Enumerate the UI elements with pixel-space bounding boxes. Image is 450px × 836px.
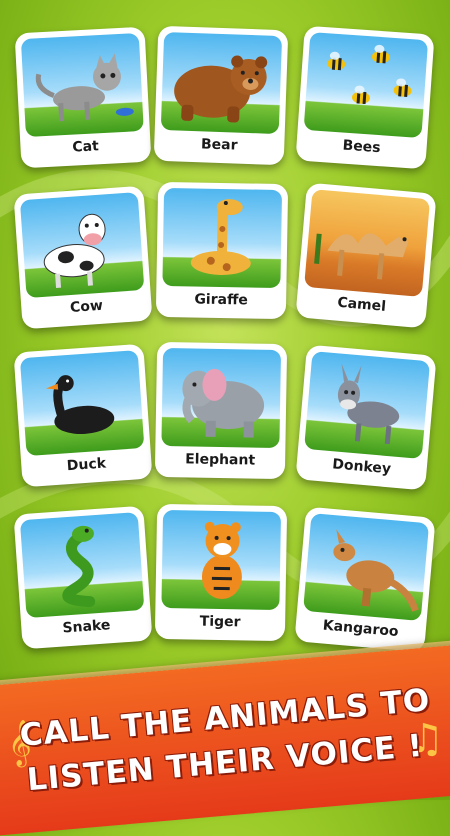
animal-card-cow[interactable]: Cow [13, 185, 153, 330]
cow-picture [19, 192, 145, 299]
tiger-icon [201, 521, 242, 600]
camel-icon [314, 233, 409, 280]
cat-icon [35, 53, 134, 122]
snake-picture [19, 512, 145, 619]
giraffe-icon [190, 199, 251, 275]
animal-card-bear[interactable]: Bear [153, 25, 289, 166]
animal-label: Tiger [199, 613, 241, 631]
animal-label: Bear [200, 136, 238, 154]
donkey-picture [304, 351, 431, 460]
duck-icon [46, 375, 115, 435]
donkey-icon [337, 363, 400, 445]
animal-card-snake[interactable]: Snake [13, 505, 153, 650]
bear-icon [174, 55, 268, 123]
giraffe-picture [162, 187, 283, 289]
animal-card-duck[interactable]: Duck [13, 343, 153, 488]
cat-picture [20, 32, 144, 138]
animal-card-donkey[interactable]: Donkey [295, 344, 437, 491]
animal-card-bees[interactable]: Bees [295, 25, 435, 170]
kangaroo-picture [303, 513, 430, 622]
camel-picture [304, 189, 431, 298]
animal-grid: Cat Bear Bees Cow Giraffe Camel Duck Ele… [0, 0, 450, 680]
animal-card-elephant[interactable]: Elephant [154, 341, 288, 480]
tiger-picture [161, 509, 282, 611]
cow-icon [43, 213, 106, 288]
kangaroo-icon [333, 529, 419, 612]
bees-picture [303, 32, 429, 139]
animal-label: Giraffe [194, 291, 249, 309]
elephant-icon [182, 368, 265, 438]
bear-picture [160, 31, 283, 135]
animal-card-giraffe[interactable]: Giraffe [155, 181, 289, 320]
animal-card-cat[interactable]: Cat [14, 26, 152, 169]
animal-card-tiger[interactable]: Tiger [154, 503, 288, 642]
bees-icon [327, 44, 412, 105]
animal-card-camel[interactable]: Camel [295, 182, 437, 329]
duck-picture [19, 350, 145, 457]
animal-card-kangaroo[interactable]: Kangaroo [294, 506, 436, 653]
animal-label: Elephant [185, 451, 256, 469]
elephant-picture [161, 347, 282, 449]
snake-icon [62, 525, 96, 608]
